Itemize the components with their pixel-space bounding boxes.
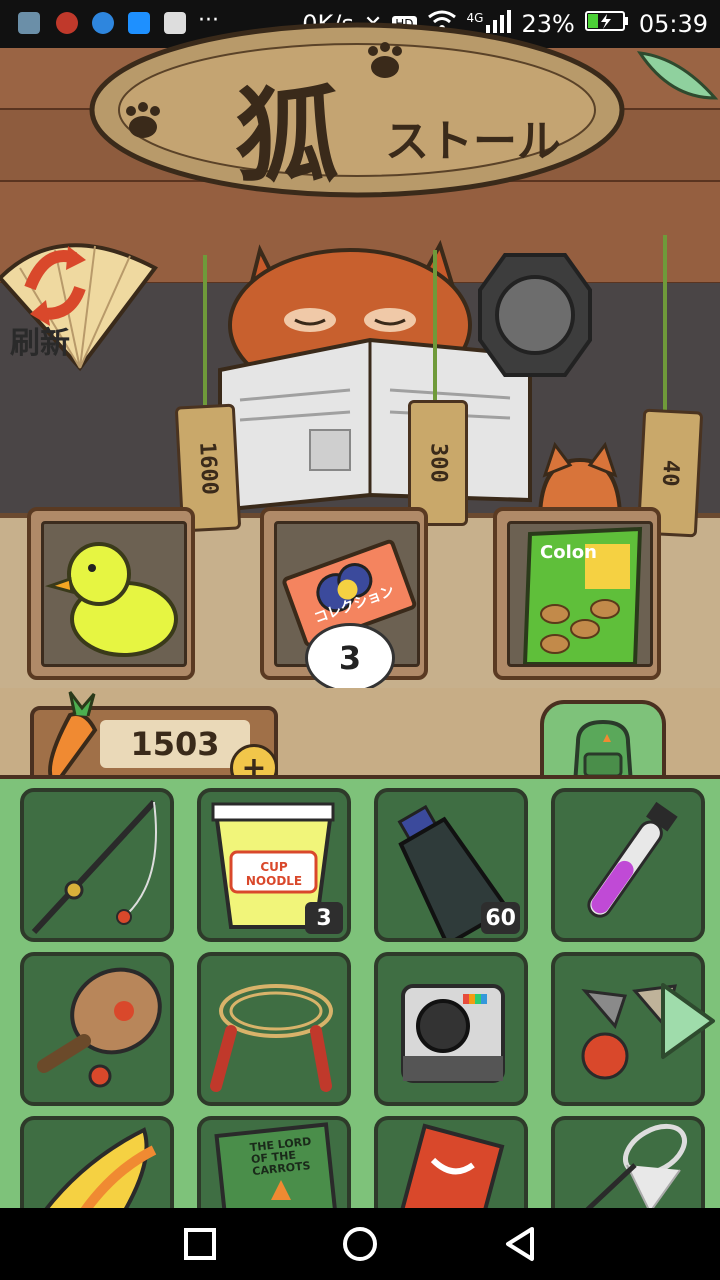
inventory-slot-card-box[interactable] (374, 1116, 528, 1212)
inventory-slot-water-bottle[interactable]: 60 (374, 788, 528, 942)
circle-icon (343, 1227, 377, 1261)
refresh-label: 刷新 (10, 326, 70, 361)
inventory-slot-bug-net[interactable] (551, 1116, 705, 1212)
scroll-right-button[interactable] (658, 980, 718, 1062)
home-button[interactable] (340, 1224, 380, 1264)
tag-string (433, 250, 437, 400)
price-value: 40 (656, 459, 684, 487)
shop-item-snack[interactable]: Colon (493, 507, 661, 680)
banana-float-icon (41, 1127, 157, 1212)
potion-vial-icon (587, 801, 678, 918)
tag-string (203, 255, 207, 405)
app-notification-icon (56, 12, 78, 34)
system-nav-bar (0, 1208, 720, 1280)
fishing-rod-icon (31, 799, 157, 935)
inventory-slot-banana[interactable] (20, 1116, 174, 1212)
wall-clock-icon (475, 250, 595, 380)
shop-item-duck[interactable] (27, 507, 195, 680)
instant-camera-icon (401, 984, 505, 1083)
quantity-bubble: 3 (305, 623, 395, 693)
snack-label: Colon (540, 542, 597, 563)
jump-rope-icon (210, 984, 333, 1092)
cup-noodle-label: CUP NOODLE (245, 860, 303, 888)
square-icon (184, 1228, 216, 1260)
inventory-slot-jump-rope[interactable] (197, 952, 351, 1106)
recent-apps-button[interactable] (180, 1224, 220, 1264)
tag-string (663, 235, 667, 415)
clock: 05:39 (638, 10, 708, 38)
duck-toy-icon (44, 542, 178, 657)
price-value: 300 (425, 443, 451, 483)
inventory-slot-cup-noodle[interactable]: CUP NOODLE 3 (197, 788, 351, 942)
back-button[interactable] (500, 1224, 540, 1264)
price-value: 1600 (194, 440, 222, 496)
bug-net-icon (583, 1123, 687, 1212)
refresh-button[interactable]: 刷新 (0, 228, 160, 378)
item-count-badge: 60 (481, 902, 520, 934)
item-count-badge: 3 (305, 902, 343, 934)
inventory-slot-book[interactable]: THE LORD OF THE CARROTS (197, 1116, 351, 1212)
paddle-racket-icon (37, 967, 162, 1088)
inventory-slot-fishing-rod[interactable] (20, 788, 174, 942)
carrot-count: 1503 (100, 720, 250, 768)
inventory-slot-paddle[interactable] (20, 952, 174, 1106)
gallery-notification-icon (18, 12, 40, 34)
card-box-icon (398, 1123, 505, 1212)
leaf-icon (630, 48, 720, 108)
inventory-slot-potion[interactable] (551, 788, 705, 942)
sign-kana: ストール (385, 116, 561, 167)
sign-kanji: 狐 (235, 74, 340, 197)
shop-sign: 狐 ストール (85, 15, 630, 205)
inventory-slot-camera[interactable] (374, 952, 528, 1106)
back-triangle-icon (506, 1227, 534, 1261)
